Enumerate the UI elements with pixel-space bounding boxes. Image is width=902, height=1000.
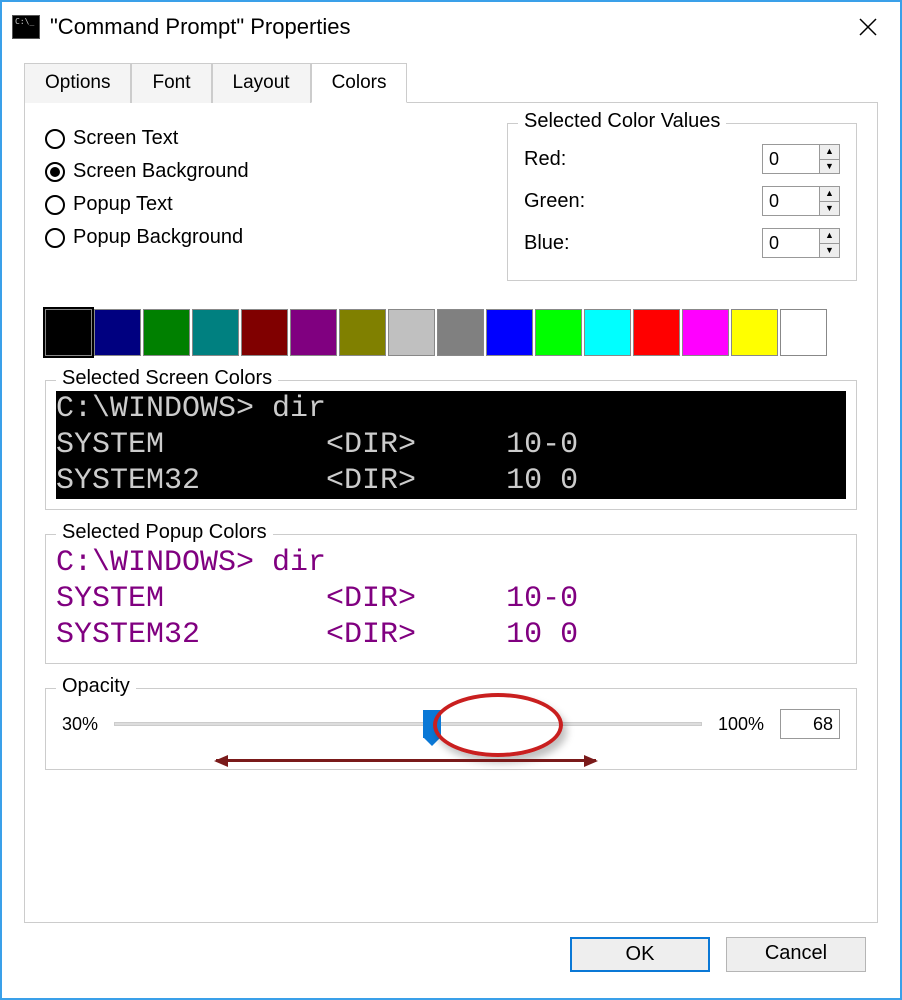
tab-options[interactable]: Options [24,63,131,103]
preview-line: SYSTEM <DIR> 10-0 [56,428,578,462]
spin-buttons[interactable]: ▲ ▼ [819,145,839,173]
red-spinbox[interactable]: ▲ ▼ [762,144,840,174]
green-row: Green: ▲ ▼ [524,186,840,216]
preview-line: C:\WINDOWS> dir [56,546,326,580]
tab-colors[interactable]: Colors [311,63,408,103]
tab-font[interactable]: Font [131,63,211,103]
color-swatch[interactable] [535,309,582,356]
spin-buttons[interactable]: ▲ ▼ [819,229,839,257]
opacity-slider[interactable] [114,712,702,736]
radio-icon [45,129,65,149]
ok-button[interactable]: OK [570,937,710,972]
green-spinbox[interactable]: ▲ ▼ [762,186,840,216]
radio-label: Popup Text [73,193,173,216]
radio-icon [45,162,65,182]
blue-spinbox[interactable]: ▲ ▼ [762,228,840,258]
spin-up-icon[interactable]: ▲ [820,145,839,160]
color-swatch[interactable] [584,309,631,356]
color-target-radios: Screen Text Screen Background Popup Text… [45,123,477,249]
opacity-max-label: 100% [718,714,764,735]
popup-preview-group: Selected Popup Colors C:\WINDOWS> dir SY… [45,534,857,664]
green-label: Green: [524,190,585,213]
radio-icon [45,228,65,248]
top-row: Screen Text Screen Background Popup Text… [45,123,857,281]
red-input[interactable] [763,145,819,173]
color-swatch[interactable] [633,309,680,356]
opacity-min-label: 30% [62,714,98,735]
popup-preview: C:\WINDOWS> dir SYSTEM <DIR> 10-0 SYSTEM… [56,545,846,653]
preview-line: SYSTEM32 <DIR> 10 0 [56,464,578,498]
radio-popup-background[interactable]: Popup Background [45,226,477,249]
color-swatch[interactable] [241,309,288,356]
radio-label: Screen Background [73,160,249,183]
color-swatch[interactable] [339,309,386,356]
color-swatch[interactable] [388,309,435,356]
slider-thumb[interactable] [423,710,441,738]
opacity-row: 30% 100% [62,709,840,739]
spin-up-icon[interactable]: ▲ [820,229,839,244]
tabs: Options Font Layout Colors [24,62,878,103]
color-swatch[interactable] [94,309,141,356]
color-swatch[interactable] [143,309,190,356]
opacity-value-input[interactable] [780,709,840,739]
color-swatch[interactable] [780,309,827,356]
popup-preview-legend: Selected Popup Colors [56,521,273,544]
blue-input[interactable] [763,229,819,257]
screen-preview-legend: Selected Screen Colors [56,367,278,390]
tab-layout[interactable]: Layout [212,63,311,103]
radio-screen-background[interactable]: Screen Background [45,160,477,183]
color-swatch[interactable] [437,309,484,356]
red-label: Red: [524,148,566,171]
blue-row: Blue: ▲ ▼ [524,228,840,258]
opacity-group: Opacity 30% 100% [45,688,857,770]
radio-screen-text[interactable]: Screen Text [45,127,477,150]
radio-label: Popup Background [73,226,243,249]
preview-line: C:\WINDOWS> dir [56,392,326,426]
titlebar: "Command Prompt" Properties [2,2,900,56]
color-values-legend: Selected Color Values [518,110,726,133]
spin-down-icon[interactable]: ▼ [820,244,839,258]
color-swatch[interactable] [45,309,92,356]
color-swatch[interactable] [290,309,337,356]
radio-popup-text[interactable]: Popup Text [45,193,477,216]
preview-line: SYSTEM32 <DIR> 10 0 [56,618,578,652]
color-values-fieldset: Selected Color Values Red: ▲ ▼ Green: [507,123,857,281]
properties-window: "Command Prompt" Properties Options Font… [0,0,902,1000]
close-icon [858,17,878,37]
spin-down-icon[interactable]: ▼ [820,160,839,174]
screen-preview: C:\WINDOWS> dir SYSTEM <DIR> 10-0 SYSTEM… [56,391,846,499]
color-swatch[interactable] [731,309,778,356]
spin-down-icon[interactable]: ▼ [820,202,839,216]
spin-up-icon[interactable]: ▲ [820,187,839,202]
content-area: Options Font Layout Colors Screen Text S… [2,56,900,998]
color-palette [45,309,857,356]
preview-line: SYSTEM <DIR> 10-0 [56,582,578,616]
spin-buttons[interactable]: ▲ ▼ [819,187,839,215]
blue-label: Blue: [524,232,570,255]
red-row: Red: ▲ ▼ [524,144,840,174]
color-swatch[interactable] [486,309,533,356]
color-swatch[interactable] [682,309,729,356]
slider-track [114,722,702,726]
dialog-footer: OK Cancel [14,923,888,986]
close-button[interactable] [846,9,890,45]
screen-preview-group: Selected Screen Colors C:\WINDOWS> dir S… [45,380,857,510]
cmd-icon [12,15,40,39]
window-title: "Command Prompt" Properties [50,14,846,40]
opacity-legend: Opacity [56,675,136,698]
radio-icon [45,195,65,215]
cancel-button[interactable]: Cancel [726,937,866,972]
radio-label: Screen Text [73,127,178,150]
annotation-arrow [216,759,596,762]
green-input[interactable] [763,187,819,215]
color-swatch[interactable] [192,309,239,356]
tab-body: Screen Text Screen Background Popup Text… [24,103,878,923]
